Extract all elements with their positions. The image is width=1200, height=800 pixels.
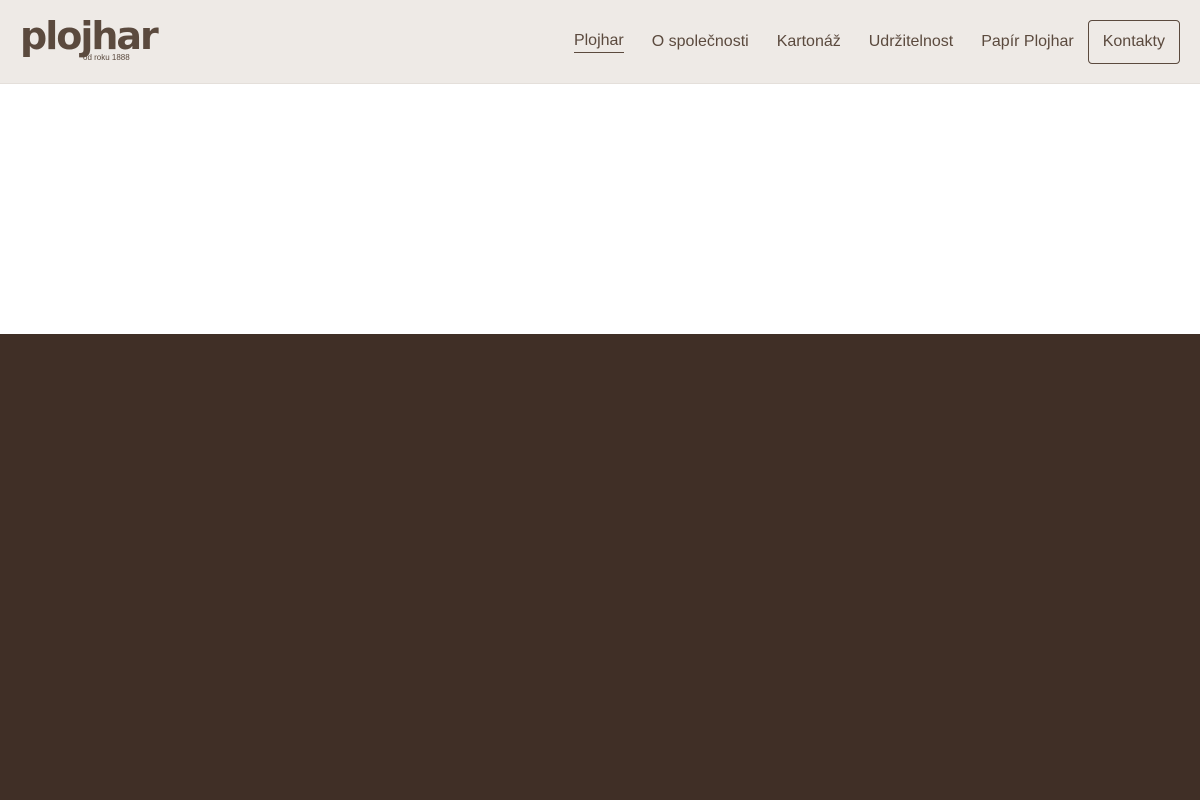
logo-tagline: od roku 1888 [83, 53, 130, 62]
dark-content-section [0, 334, 1200, 800]
nav-item-o-spolecnosti[interactable]: O společnosti [652, 32, 749, 52]
nav-item-kartonaz[interactable]: Kartonáž [777, 32, 841, 52]
nav-item-plojhar[interactable]: Plojhar [573, 31, 624, 53]
contacts-button[interactable]: Kontakty [1087, 20, 1180, 64]
hero-blank-area [0, 84, 1200, 334]
nav-item-udrzitelnost[interactable]: Udržitelnost [869, 32, 953, 52]
main-nav: Plojhar O společnosti Kartonáž Udržiteln… [546, 20, 1180, 64]
nav-item-papir-plojhar[interactable]: Papír Plojhar [981, 32, 1074, 52]
site-header: plojhar od roku 1888 Plojhar O společnos… [0, 0, 1200, 84]
logo[interactable]: plojhar od roku 1888 [20, 14, 159, 66]
